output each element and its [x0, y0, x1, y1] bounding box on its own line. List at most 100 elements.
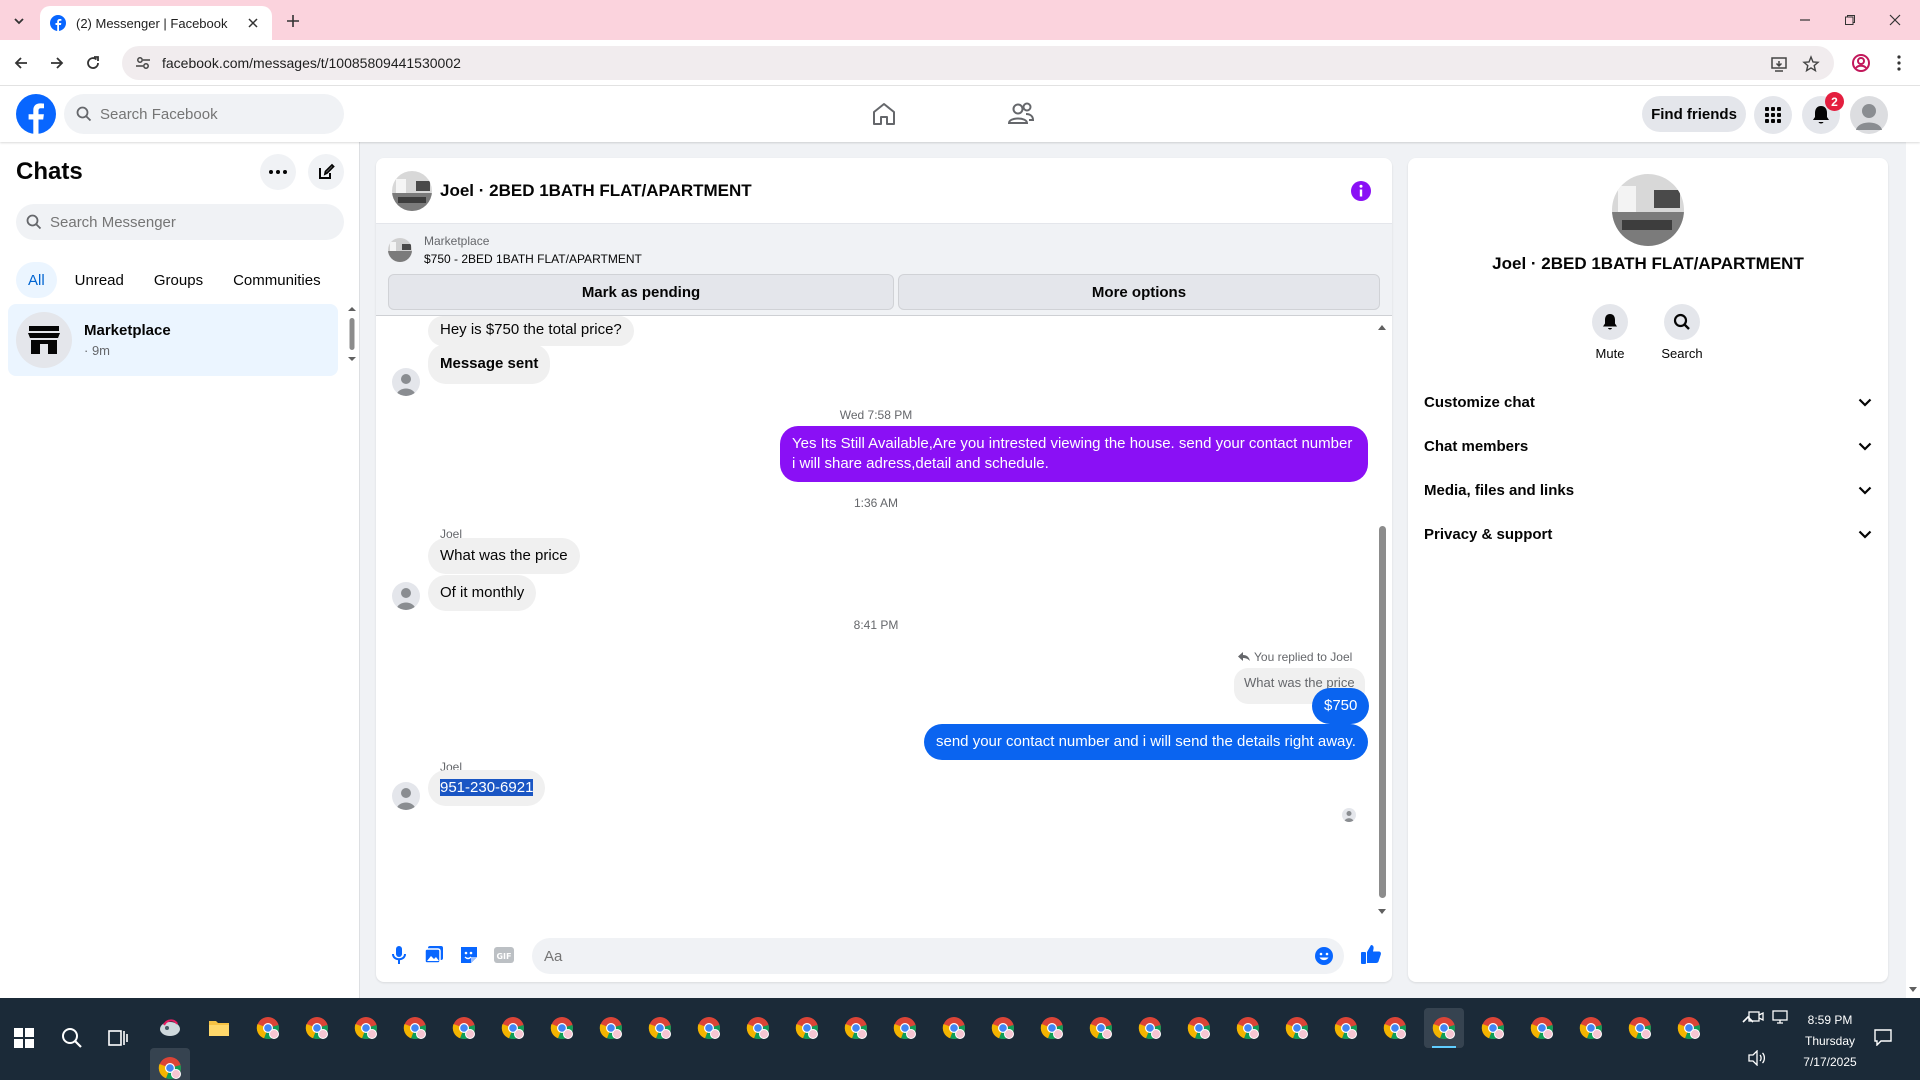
message-input[interactable] [544, 947, 1304, 965]
chat-options-more-icon[interactable] [260, 154, 296, 190]
selected-phone-number[interactable]: 951-230-6921 [440, 779, 534, 796]
menu-grid-icon[interactable] [1754, 96, 1792, 134]
taskbar-chrome-window-icon[interactable] [1473, 1008, 1513, 1048]
microphone-icon[interactable] [386, 942, 412, 968]
message-bubble-incoming[interactable]: Hey is $750 the total price? [428, 316, 634, 346]
close-window-icon[interactable] [1880, 8, 1910, 32]
windows-start-icon[interactable] [4, 1018, 44, 1058]
thread-scrollbar-thumb[interactable] [1379, 526, 1386, 898]
taskbar-chrome-window-icon[interactable] [1326, 1008, 1366, 1048]
section-chat-members[interactable]: Chat members [1424, 424, 1872, 468]
taskbar-chrome-window-icon[interactable] [1522, 1008, 1562, 1048]
listing-thumbnail[interactable] [388, 238, 412, 262]
search-in-conversation-button[interactable]: Search [1652, 304, 1712, 361]
facebook-search-input[interactable] [100, 105, 320, 123]
restore-window-icon[interactable] [1835, 8, 1865, 32]
messenger-search-input[interactable] [50, 213, 330, 231]
sticker-icon[interactable] [456, 942, 482, 968]
taskbar-chrome-window-icon[interactable] [395, 1008, 435, 1048]
taskbar-file-explorer-icon[interactable] [199, 1008, 239, 1048]
page-scrollbar[interactable] [1906, 86, 1920, 998]
more-options-button[interactable]: More options [898, 274, 1380, 310]
site-info-icon[interactable] [134, 54, 152, 72]
taskbar-chrome-window-icon[interactable] [248, 1008, 288, 1048]
taskbar-clock[interactable]: 8:59 PM Thursday 7/17/2025 [1800, 1010, 1860, 1073]
new-message-compose-icon[interactable] [308, 154, 344, 190]
message-bubble-incoming[interactable]: What was the price [428, 538, 580, 574]
filter-unread[interactable]: Unread [63, 262, 136, 298]
taskbar-chrome-window-icon[interactable] [1081, 1008, 1121, 1048]
profile-icon[interactable] [1848, 50, 1874, 76]
taskbar-app-paint-icon[interactable] [150, 1008, 190, 1048]
taskbar-chrome-window-icon[interactable] [591, 1008, 631, 1048]
minimize-window-icon[interactable] [1790, 8, 1820, 32]
sender-avatar[interactable] [392, 782, 420, 810]
taskbar-chrome-window-icon[interactable] [983, 1008, 1023, 1048]
taskbar-chrome-window-icon[interactable] [738, 1008, 778, 1048]
taskbar-chrome-window-icon[interactable] [1669, 1008, 1709, 1048]
message-bubble-incoming[interactable]: 951-230-6921 [428, 770, 546, 806]
taskbar-chrome-window-icon[interactable] [346, 1008, 386, 1048]
message-bubble-outgoing[interactable]: Yes Its Still Available,Are you intreste… [780, 426, 1368, 482]
taskbar-chrome-window-icon[interactable] [542, 1008, 582, 1048]
taskbar-chrome-window-icon[interactable] [787, 1008, 827, 1048]
chat-list-scrollbar[interactable] [347, 304, 357, 364]
address-bar[interactable]: facebook.com/messages/t/1008580944153000… [122, 46, 1834, 80]
message-bubble-outgoing[interactable]: send your contact number and i will send… [924, 724, 1368, 760]
notifications-bell-icon[interactable]: 2 [1802, 92, 1844, 134]
sender-avatar[interactable] [392, 368, 420, 396]
listing-title[interactable]: $750 - 2BED 1BATH FLAT/APARTMENT [424, 252, 642, 266]
facebook-search-field[interactable] [64, 94, 344, 134]
photo-gallery-icon[interactable] [421, 942, 447, 968]
message-input-field[interactable] [532, 938, 1344, 974]
info-panel-avatar[interactable] [1612, 174, 1684, 246]
taskbar-chrome-window-icon[interactable] [1130, 1008, 1170, 1048]
taskbar-chrome-window-icon[interactable] [1424, 1008, 1464, 1048]
facebook-logo-icon[interactable] [16, 94, 56, 134]
tab-search-chevron-icon[interactable] [8, 10, 30, 32]
taskbar-chrome-window-icon[interactable] [150, 1048, 190, 1080]
message-bubble-incoming[interactable]: Message sent [428, 344, 551, 384]
filter-all[interactable]: All [16, 262, 57, 298]
sender-avatar[interactable] [392, 582, 420, 610]
browser-menu-icon[interactable] [1886, 50, 1912, 76]
taskbar-search-icon[interactable] [52, 1018, 92, 1058]
friends-icon[interactable] [1001, 94, 1041, 134]
chat-item-marketplace[interactable]: Marketplace · 9m [8, 304, 338, 376]
notification-center-icon[interactable] [1874, 1028, 1892, 1046]
taskbar-chrome-window-icon[interactable] [1571, 1008, 1611, 1048]
taskbar-chrome-window-icon[interactable] [640, 1008, 680, 1048]
taskbar-chrome-window-icon[interactable] [1375, 1008, 1415, 1048]
network-icon[interactable] [1772, 1010, 1788, 1024]
mark-as-pending-button[interactable]: Mark as pending [388, 274, 894, 310]
conversation-avatar[interactable] [392, 170, 432, 211]
forward-arrow-icon[interactable] [44, 50, 70, 76]
taskbar-chrome-window-icon[interactable] [934, 1008, 974, 1048]
gif-icon[interactable]: GIF [491, 942, 517, 968]
taskbar-chrome-window-icon[interactable] [836, 1008, 876, 1048]
filter-communities[interactable]: Communities [221, 262, 333, 298]
find-friends-button[interactable]: Find friends [1642, 96, 1746, 132]
taskbar-chrome-window-icon[interactable] [1228, 1008, 1268, 1048]
taskbar-chrome-window-icon[interactable] [885, 1008, 925, 1048]
messenger-search-field[interactable] [16, 204, 344, 240]
install-app-icon[interactable] [1768, 53, 1790, 75]
filter-groups[interactable]: Groups [142, 262, 215, 298]
taskbar-chrome-window-icon[interactable] [1277, 1008, 1317, 1048]
taskbar-chrome-window-icon[interactable] [1179, 1008, 1219, 1048]
browser-tab-messenger[interactable]: (2) Messenger | Facebook [40, 6, 272, 40]
thread-scrollbar[interactable] [1376, 320, 1388, 920]
taskbar-chrome-window-icon[interactable] [1032, 1008, 1072, 1048]
taskbar-chrome-window-icon[interactable] [444, 1008, 484, 1048]
section-media-files-links[interactable]: Media, files and links [1424, 468, 1872, 512]
taskbar-chrome-window-icon[interactable] [297, 1008, 337, 1048]
emoji-icon[interactable] [1314, 946, 1334, 966]
taskbar-chrome-window-icon[interactable] [689, 1008, 729, 1048]
section-customize-chat[interactable]: Customize chat [1424, 380, 1872, 424]
section-privacy-support[interactable]: Privacy & support [1424, 512, 1872, 556]
bookmark-star-icon[interactable] [1800, 53, 1822, 75]
back-arrow-icon[interactable] [8, 50, 34, 76]
taskbar-chrome-window-icon[interactable] [493, 1008, 533, 1048]
task-view-icon[interactable] [98, 1018, 138, 1058]
meet-now-icon[interactable] [1748, 1010, 1764, 1024]
